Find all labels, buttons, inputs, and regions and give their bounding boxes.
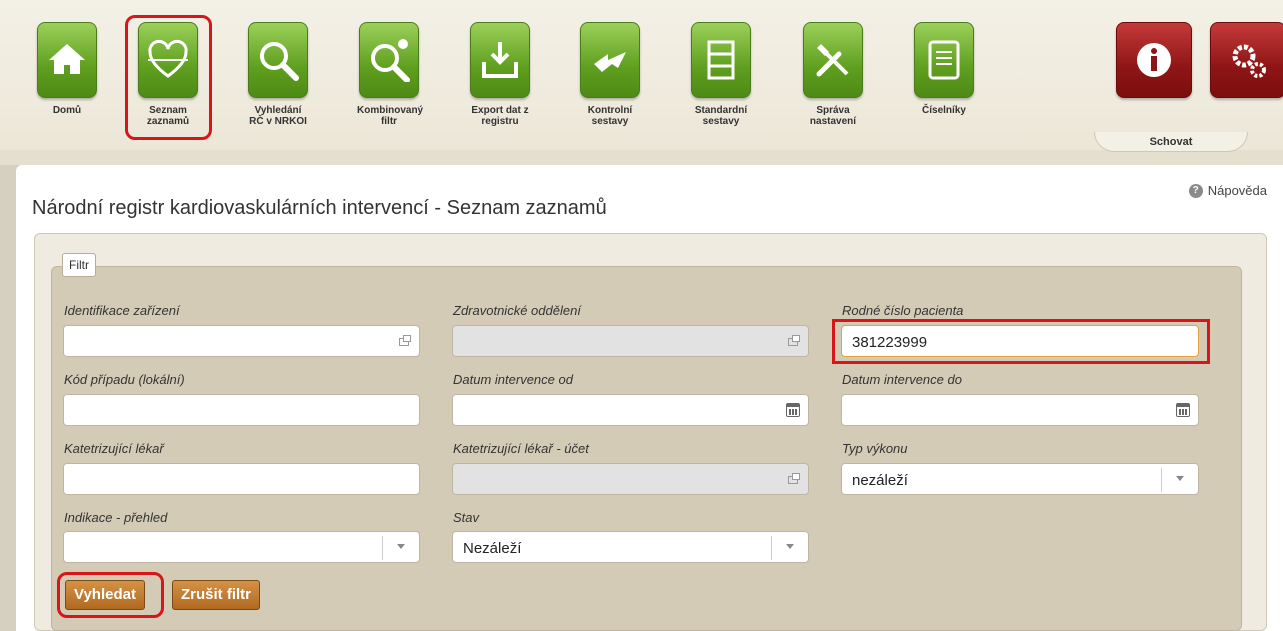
gears-icon <box>1210 22 1283 98</box>
help-icon: ? <box>1188 183 1203 198</box>
field-label-device: Identifikace zařízení <box>64 303 180 318</box>
status-value: Nezáleží <box>463 540 522 557</box>
select-separator <box>1161 468 1162 492</box>
export-icon <box>470 22 530 98</box>
toolbar-item-combined-filter[interactable]: Kombinovaný filtr <box>357 22 424 127</box>
top-toolbar: Domů Seznam zaznamů Vyhledání RČ v NRKOI… <box>0 0 1283 165</box>
physician-input[interactable] <box>63 463 420 495</box>
toolbar-label: Kontrolní sestavy <box>587 105 633 127</box>
select-separator <box>771 536 772 560</box>
lookup-icon[interactable] <box>788 335 800 346</box>
date-to-input[interactable] <box>841 394 1199 426</box>
field-label-birth-number: Rodné číslo pacienta <box>842 303 964 318</box>
toolbar-label: Vyhledání RČ v NRKOI <box>249 105 307 127</box>
toolbar-item-export[interactable]: Export dat z registru <box>468 22 532 127</box>
arrows-icon <box>580 22 640 98</box>
info-icon <box>1116 22 1192 98</box>
field-label-physician-account: Katetrizující lékař - účet <box>453 441 589 456</box>
field-label-case-code: Kód případu (lokální) <box>64 372 185 387</box>
department-input[interactable] <box>452 325 809 357</box>
magnifier-icon <box>248 22 308 98</box>
codebook-icon <box>914 22 974 98</box>
birth-number-highlight-frame <box>832 319 1210 364</box>
date-from-input[interactable] <box>452 394 809 426</box>
physician-account-input[interactable] <box>452 463 809 495</box>
records-highlight-frame <box>125 15 212 140</box>
info-button[interactable] <box>1116 22 1192 98</box>
device-id-input[interactable] <box>63 325 420 357</box>
search-highlight-frame <box>57 572 164 618</box>
field-label-date-to: Datum intervence do <box>842 372 962 387</box>
toolbar-label: Kombinovaný filtr <box>357 105 424 127</box>
field-label-indication: Indikace - přehled <box>64 510 168 525</box>
clear-filter-button[interactable]: Zrušit filtr <box>172 580 260 610</box>
field-label-date-from: Datum intervence od <box>453 372 573 387</box>
chevron-down-icon <box>1176 476 1184 481</box>
select-separator <box>382 536 383 560</box>
toolbar-label: Domů <box>52 105 82 116</box>
toolbar-item-settings[interactable]: Správa nastavení <box>801 22 865 127</box>
toolbar-label: Číselníky <box>922 105 966 116</box>
lookup-icon[interactable] <box>788 473 800 484</box>
document-icon <box>691 22 751 98</box>
procedure-type-value: nezáleží <box>852 472 908 489</box>
page-title: Národní registr kardiovaskulárních inter… <box>32 197 607 219</box>
field-label-department: Zdravotnické oddělení <box>453 303 581 318</box>
field-label-status: Stav <box>453 510 480 525</box>
filter-legend: Filtr <box>62 253 96 277</box>
toolbar-item-control-reports[interactable]: Kontrolní sestavy <box>578 22 642 127</box>
toolbar-item-standard-reports[interactable]: Standardní sestavy <box>689 22 753 127</box>
help-link[interactable]: ? Nápověda <box>1188 183 1267 198</box>
calendar-icon[interactable] <box>786 403 800 417</box>
calendar-icon[interactable] <box>1176 403 1190 417</box>
settings-button[interactable] <box>1210 22 1283 98</box>
magnifier-plus-icon <box>359 22 419 98</box>
help-label: Nápověda <box>1207 183 1267 198</box>
tools-icon <box>803 22 863 98</box>
status-select[interactable]: Nezáleží <box>452 531 809 563</box>
toolbar-item-home[interactable]: Domů <box>35 22 99 116</box>
toolbar-label: Správa nastavení <box>809 105 857 127</box>
indication-select[interactable] <box>63 531 420 563</box>
chevron-down-icon <box>786 544 794 549</box>
case-code-input[interactable] <box>63 394 420 426</box>
field-label-procedure-type: Typ výkonu <box>842 441 908 456</box>
toolbar-label: Standardní sestavy <box>694 105 748 127</box>
field-label-physician: Katetrizující lékař <box>64 441 164 456</box>
toolbar-item-rc-search[interactable]: Vyhledání RČ v NRKOI <box>246 22 310 127</box>
toolbar-item-codebooks[interactable]: Číselníky <box>912 22 976 116</box>
toolbar-band <box>0 150 1283 165</box>
procedure-type-select[interactable]: nezáleží <box>841 463 1199 495</box>
toolbar-label: Export dat z registru <box>471 105 529 127</box>
hide-toolbar-tab[interactable]: Schovat <box>1094 132 1248 152</box>
home-icon <box>37 22 97 98</box>
lookup-icon[interactable] <box>399 335 411 346</box>
chevron-down-icon <box>397 544 405 549</box>
